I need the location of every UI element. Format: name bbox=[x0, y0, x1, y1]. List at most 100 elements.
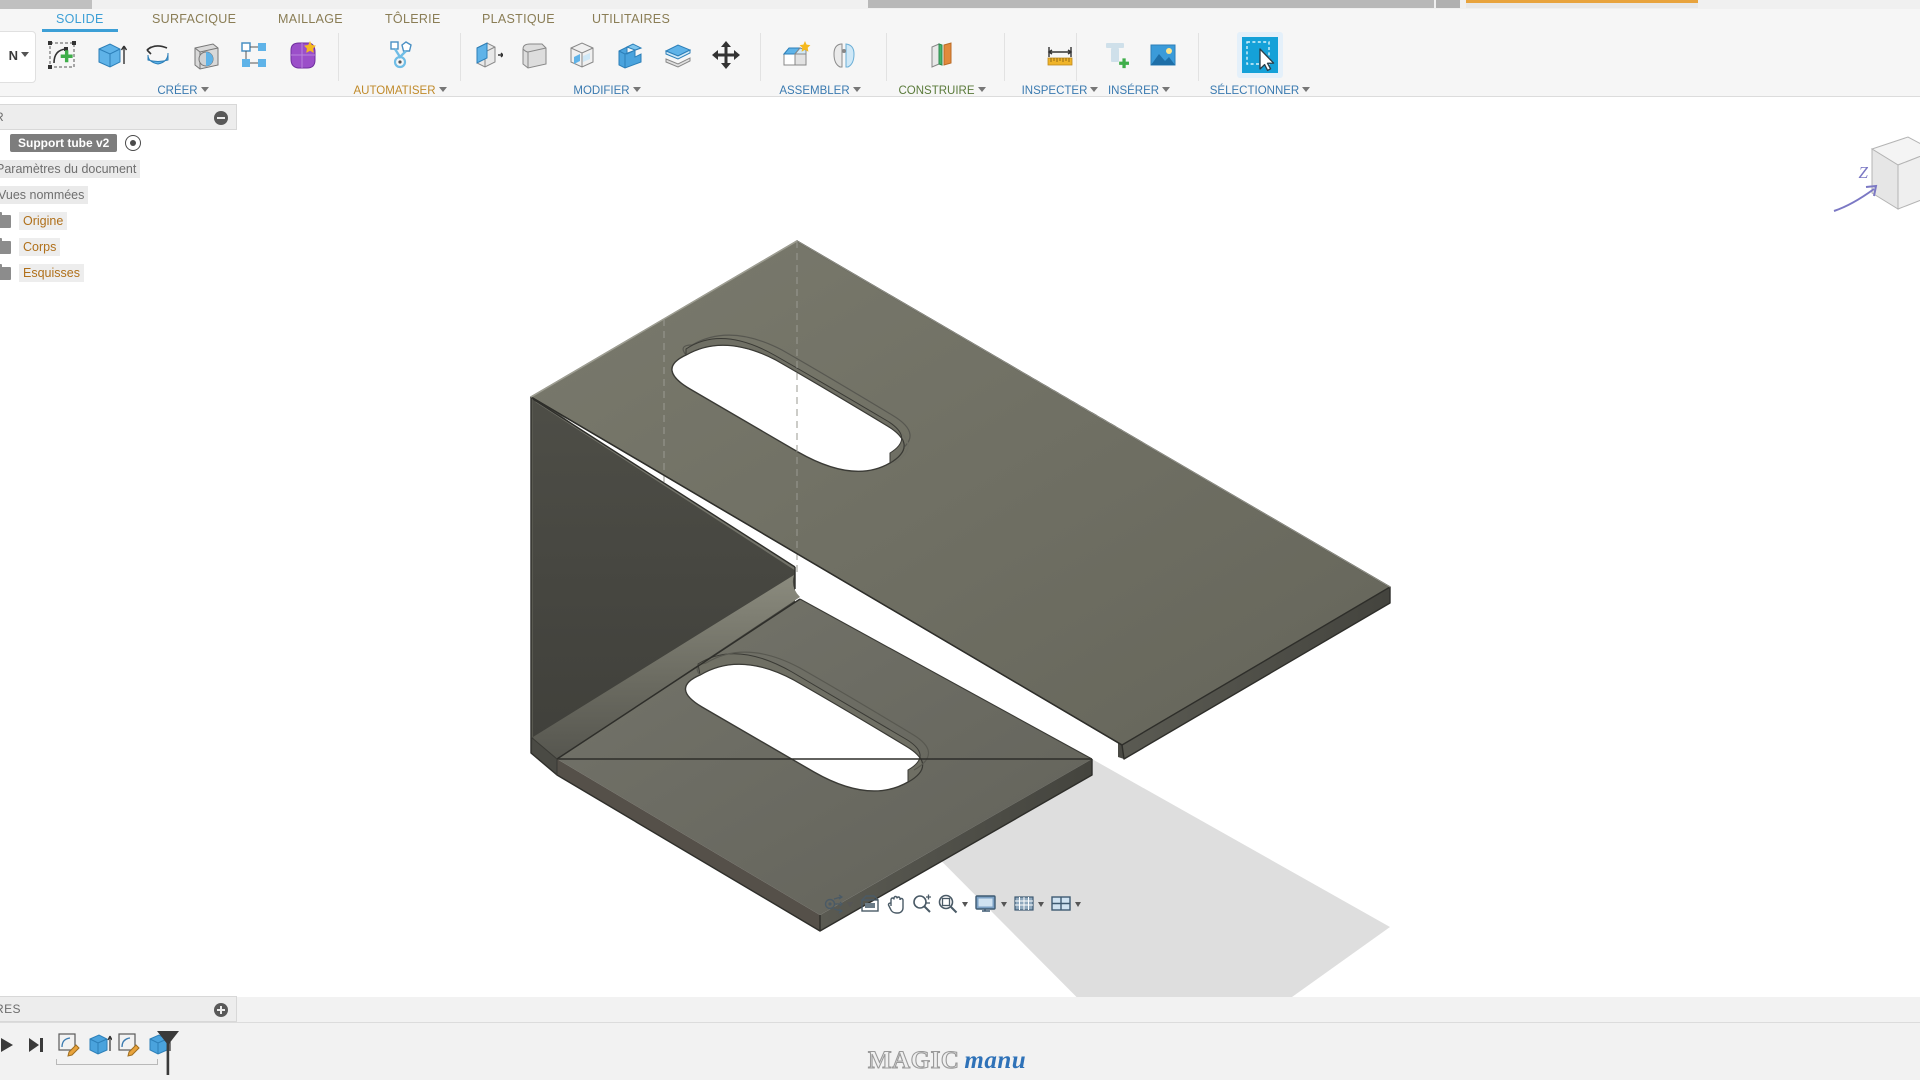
sweep-button[interactable] bbox=[183, 32, 229, 78]
model-render[interactable] bbox=[0, 97, 1920, 997]
chevron-down-icon bbox=[1162, 87, 1171, 92]
timeline-playhead[interactable] bbox=[154, 1029, 182, 1077]
ribbon-toolbar: SOLIDE SURFACIQUE MAILLAGE TÔLERIE PLAST… bbox=[0, 9, 1920, 97]
chevron-down-icon bbox=[21, 52, 29, 57]
tab-maillage[interactable]: MAILLAGE bbox=[278, 12, 343, 26]
named-views-label: Vues nommées bbox=[0, 186, 89, 204]
ribbon-group-selectionner: SÉLECTIONNER bbox=[1200, 31, 1320, 97]
browser-node-origin[interactable]: Origine bbox=[0, 208, 237, 234]
move-copy-button[interactable] bbox=[703, 32, 749, 78]
orbit-button[interactable] bbox=[820, 890, 846, 918]
shell-cube-button[interactable] bbox=[559, 32, 605, 78]
chevron-down-icon[interactable] bbox=[847, 901, 853, 907]
browser-node-named-views[interactable]: Vues nommées bbox=[0, 182, 237, 208]
folder-icon bbox=[0, 263, 11, 280]
sketches-label: Esquisses bbox=[19, 264, 84, 282]
browser-node-sketches[interactable]: Esquisses bbox=[0, 260, 237, 286]
zoom-button[interactable] bbox=[909, 890, 935, 918]
offset-plane-button[interactable] bbox=[919, 32, 965, 78]
viewport-canvas[interactable]: Z bbox=[0, 97, 1920, 997]
grid-snaps-button[interactable] bbox=[1011, 890, 1037, 918]
tab-plastique[interactable]: PLASTIQUE bbox=[482, 12, 555, 26]
chevron-down-icon bbox=[977, 87, 986, 92]
viewports-button[interactable] bbox=[1048, 890, 1074, 918]
ribbon-group-label-construire[interactable]: CONSTRUIRE bbox=[888, 85, 996, 97]
timeline-grouping-bracket bbox=[56, 1059, 158, 1065]
ribbon-separator bbox=[1004, 33, 1005, 81]
press-pull-button[interactable] bbox=[463, 32, 509, 78]
chevron-down-icon[interactable] bbox=[1038, 901, 1044, 907]
automate-button[interactable] bbox=[377, 32, 423, 78]
origin-label: Origine bbox=[19, 212, 68, 230]
joint-button[interactable] bbox=[821, 32, 867, 78]
chevron-down-icon[interactable] bbox=[1001, 901, 1007, 907]
data-panel-toggle[interactable]: N bbox=[0, 31, 36, 83]
chevron-down-icon bbox=[1302, 87, 1311, 92]
timeline-extrude-1[interactable] bbox=[86, 1031, 112, 1057]
chevron-down-icon bbox=[438, 87, 447, 92]
timeline-sketch-2[interactable] bbox=[116, 1031, 142, 1057]
automatic-create-button[interactable] bbox=[279, 32, 325, 78]
ribbon-group-label-modifier[interactable]: MODIFIER bbox=[462, 85, 752, 97]
title-bar-left-segment bbox=[0, 0, 92, 9]
browser-panel: R Support tube v2 Paramètres du document… bbox=[0, 104, 237, 286]
folder-icon bbox=[0, 211, 11, 228]
ribbon-separator bbox=[460, 33, 461, 81]
active-document-tab[interactable] bbox=[1466, 0, 1698, 8]
create-sketch-button[interactable] bbox=[39, 32, 85, 78]
visibility-eye-icon[interactable] bbox=[125, 135, 142, 151]
tab-surfacique[interactable]: SURFACIQUE bbox=[152, 12, 236, 26]
comments-panel-header[interactable]: RES bbox=[0, 996, 237, 1022]
ribbon-separator bbox=[1076, 33, 1077, 81]
tab-tolerie[interactable]: TÔLERIE bbox=[385, 12, 441, 26]
chevron-down-icon[interactable] bbox=[962, 901, 968, 907]
bodies-label: Corps bbox=[19, 238, 61, 256]
ribbon-group-assembler: ASSEMBLER bbox=[764, 31, 876, 97]
browser-header-label: R bbox=[0, 110, 4, 124]
split-body-button[interactable] bbox=[655, 32, 701, 78]
pattern-button[interactable] bbox=[231, 32, 277, 78]
browser-header[interactable]: R bbox=[0, 104, 237, 130]
extrude-button[interactable] bbox=[87, 32, 133, 78]
document-settings-label: Paramètres du document bbox=[0, 160, 141, 178]
insert-part-button[interactable] bbox=[1092, 32, 1138, 78]
timeline-sketch-1[interactable] bbox=[56, 1031, 82, 1057]
ribbon-separator bbox=[760, 33, 761, 81]
pan-hand-button[interactable] bbox=[883, 890, 909, 918]
collapse-icon[interactable] bbox=[214, 111, 228, 125]
ribbon-group-creer: CRÉER bbox=[38, 31, 328, 97]
display-settings-button[interactable] bbox=[972, 890, 1000, 918]
document-tab-secondary[interactable] bbox=[1436, 0, 1460, 8]
browser-node-document[interactable]: Support tube v2 bbox=[0, 130, 237, 156]
timeline-controls bbox=[0, 1035, 46, 1060]
ribbon-group-label-creer[interactable]: CRÉER bbox=[38, 85, 328, 97]
chevron-down-icon bbox=[200, 87, 209, 92]
chevron-down-icon[interactable] bbox=[1075, 901, 1081, 907]
canvas-image-button[interactable] bbox=[1140, 32, 1186, 78]
browser-node-document-settings[interactable]: Paramètres du document bbox=[0, 156, 237, 182]
step-to-end-button[interactable] bbox=[26, 1035, 46, 1060]
look-at-button[interactable] bbox=[857, 890, 883, 918]
ribbon-group-label-assembler[interactable]: ASSEMBLER bbox=[764, 85, 876, 97]
ribbon-group-modifier: MODIFIER bbox=[462, 31, 752, 97]
ribbon-group-label-automatiser[interactable]: AUTOMATISER bbox=[348, 85, 452, 97]
tab-solide[interactable]: SOLIDE bbox=[42, 12, 118, 32]
new-component-button[interactable] bbox=[773, 32, 819, 78]
select-tool-button[interactable] bbox=[1237, 32, 1283, 78]
play-button[interactable] bbox=[0, 1035, 16, 1060]
expand-icon[interactable] bbox=[214, 1003, 228, 1017]
ribbon-group-inserer: INSÉRER bbox=[1080, 31, 1198, 97]
fillet-button[interactable] bbox=[511, 32, 557, 78]
chevron-down-icon bbox=[632, 87, 641, 92]
combine-button[interactable] bbox=[607, 32, 653, 78]
document-tab-strip[interactable] bbox=[868, 0, 1434, 8]
document-node-label: Support tube v2 bbox=[10, 134, 118, 152]
zoom-fit-button[interactable] bbox=[935, 890, 961, 918]
ribbon-group-label-inserer[interactable]: INSÉRER bbox=[1080, 85, 1198, 97]
viewport-navigation-bar bbox=[820, 889, 1085, 919]
ribbon-group-label-selectionner[interactable]: SÉLECTIONNER bbox=[1200, 85, 1320, 97]
tab-utilitaires[interactable]: UTILITAIRES bbox=[592, 12, 670, 26]
revolve-button[interactable] bbox=[135, 32, 181, 78]
watermark: MAGIC manu bbox=[867, 1046, 1026, 1075]
browser-node-bodies[interactable]: Corps bbox=[0, 234, 237, 260]
